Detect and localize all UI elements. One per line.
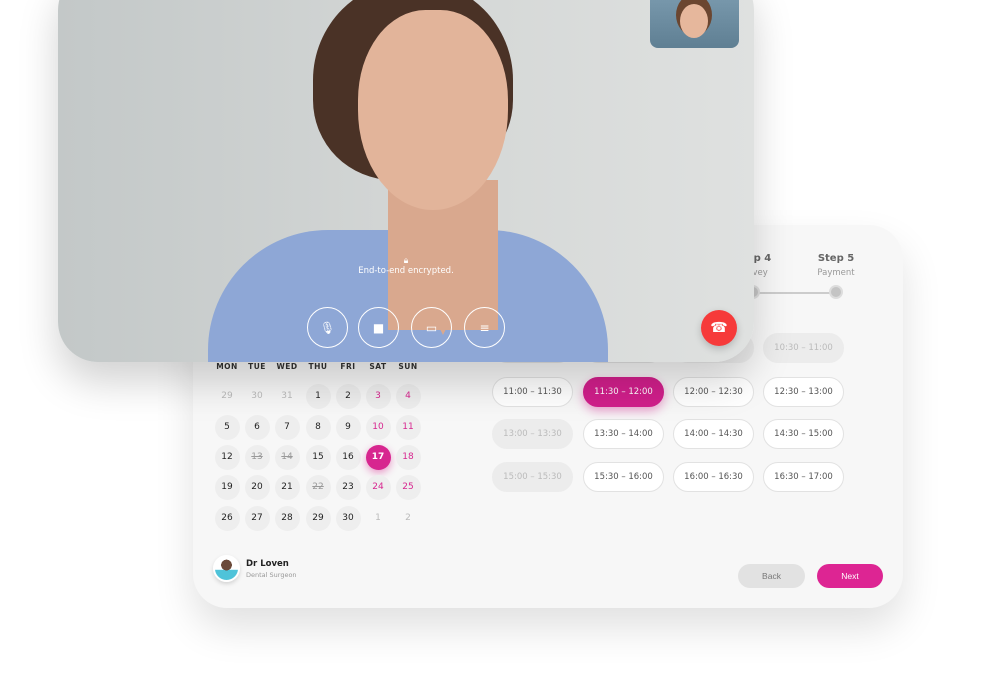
calendar-day: 29 [221, 391, 233, 401]
time-slot[interactable]: 14:30 – 15:00 [763, 419, 844, 449]
time-slot[interactable]: 12:30 – 13:00 [763, 377, 844, 407]
time-slot[interactable]: 16:00 – 16:30 [673, 462, 754, 492]
time-slot[interactable]: 12:00 – 12:30 [673, 377, 754, 407]
calendar-day[interactable]: 23 [335, 474, 361, 500]
weekday-header: MON [216, 362, 238, 371]
calendar-day[interactable]: 24 [365, 474, 391, 500]
calendar-day[interactable]: 4 [395, 383, 421, 409]
calendar-day[interactable]: 12 [214, 444, 240, 470]
calendar-day[interactable]: 16 [335, 444, 361, 470]
calendar-day[interactable]: 9 [335, 414, 361, 440]
calendar-day: 31 [281, 391, 293, 401]
calendar-day[interactable]: 8 [305, 414, 331, 440]
calendar-day[interactable]: 3 [365, 383, 391, 409]
calendar-day[interactable]: 27 [244, 505, 270, 531]
weekday-header: TUE [248, 362, 266, 371]
hang-up-icon[interactable]: ☎︎ [701, 310, 737, 346]
step-5-dot [829, 285, 843, 299]
calendar-day[interactable]: 20 [244, 474, 270, 500]
weekday-header: WED [276, 362, 298, 371]
calendar-day[interactable]: 26 [214, 505, 240, 531]
weekday-header: FRI [340, 362, 356, 371]
calendar-day[interactable]: 5 [214, 414, 240, 440]
calendar-day[interactable]: 29 [305, 505, 331, 531]
calendar-day: 14 [274, 444, 300, 470]
avatar [213, 555, 240, 582]
video-feed-detail [358, 10, 508, 210]
calendar-day: 30 [251, 391, 263, 401]
calendar-day[interactable]: 11 [395, 414, 421, 440]
calendar-day[interactable]: 15 [305, 444, 331, 470]
time-slot[interactable]: 14:00 – 14:30 [673, 419, 754, 449]
calendar-day: 22 [305, 474, 331, 500]
calendar-day[interactable]: 6 [244, 414, 270, 440]
calendar-day[interactable]: 30 [335, 505, 361, 531]
time-slot: 15:00 – 15:30 [492, 462, 573, 492]
encryption-notice: 🔒︎ End-to-end encrypted. [356, 256, 456, 276]
calendar-day[interactable]: 18 [395, 444, 421, 470]
time-slot[interactable]: 16:30 – 17:00 [763, 462, 844, 492]
step-progress-track [753, 292, 835, 294]
doctor-info: Dr Loven Dental Surgeon [213, 555, 297, 582]
calendar-day[interactable]: 25 [395, 474, 421, 500]
microphone-icon[interactable]: 🎙︎ [307, 307, 348, 348]
video-camera-icon[interactable]: ■ [358, 307, 399, 348]
time-slot[interactable]: 11:30 – 12:00 [583, 377, 664, 407]
time-slot[interactable]: 11:00 – 11:30 [492, 377, 573, 407]
calendar-day[interactable]: 7 [274, 414, 300, 440]
video-call-window [58, 0, 754, 362]
time-slot[interactable]: 15:30 – 16:00 [583, 462, 664, 492]
calendar-day[interactable]: 17 [365, 444, 391, 470]
doctor-role: Dental Surgeon [246, 570, 297, 579]
calendar-day[interactable]: 1 [305, 383, 331, 409]
calendar-day: 1 [375, 513, 381, 523]
encryption-text: End-to-end encrypted. [358, 266, 454, 276]
step-5: Step 5 Payment [796, 253, 876, 278]
calendar-day[interactable]: 19 [214, 474, 240, 500]
time-slot: 13:00 – 13:30 [492, 419, 573, 449]
back-button[interactable]: Back [738, 564, 805, 588]
calendar-day[interactable]: 10 [365, 414, 391, 440]
doctor-name: Dr Loven [246, 558, 289, 569]
calendar-day[interactable]: 2 [335, 383, 361, 409]
lock-icon: 🔒︎ [403, 256, 409, 266]
step-title: Step 5 [817, 253, 855, 264]
self-view-thumbnail[interactable] [650, 0, 739, 48]
chat-icon[interactable]: ≡ [464, 307, 505, 348]
screen-share-icon[interactable]: ▭ [411, 307, 452, 348]
calendar-day[interactable]: 21 [274, 474, 300, 500]
time-slot[interactable]: 13:30 – 14:00 [583, 419, 664, 449]
calendar-day[interactable]: 28 [274, 505, 300, 531]
next-button[interactable]: Next [817, 564, 883, 588]
calendar-day: 13 [244, 444, 270, 470]
step-subtitle: Payment [817, 268, 855, 278]
weekday-header: SUN [398, 362, 418, 371]
weekday-header: THU [308, 362, 328, 371]
time-slot: 10:30 – 11:00 [763, 333, 844, 363]
weekday-header: SAT [369, 362, 387, 371]
calendar-day: 2 [405, 513, 411, 523]
